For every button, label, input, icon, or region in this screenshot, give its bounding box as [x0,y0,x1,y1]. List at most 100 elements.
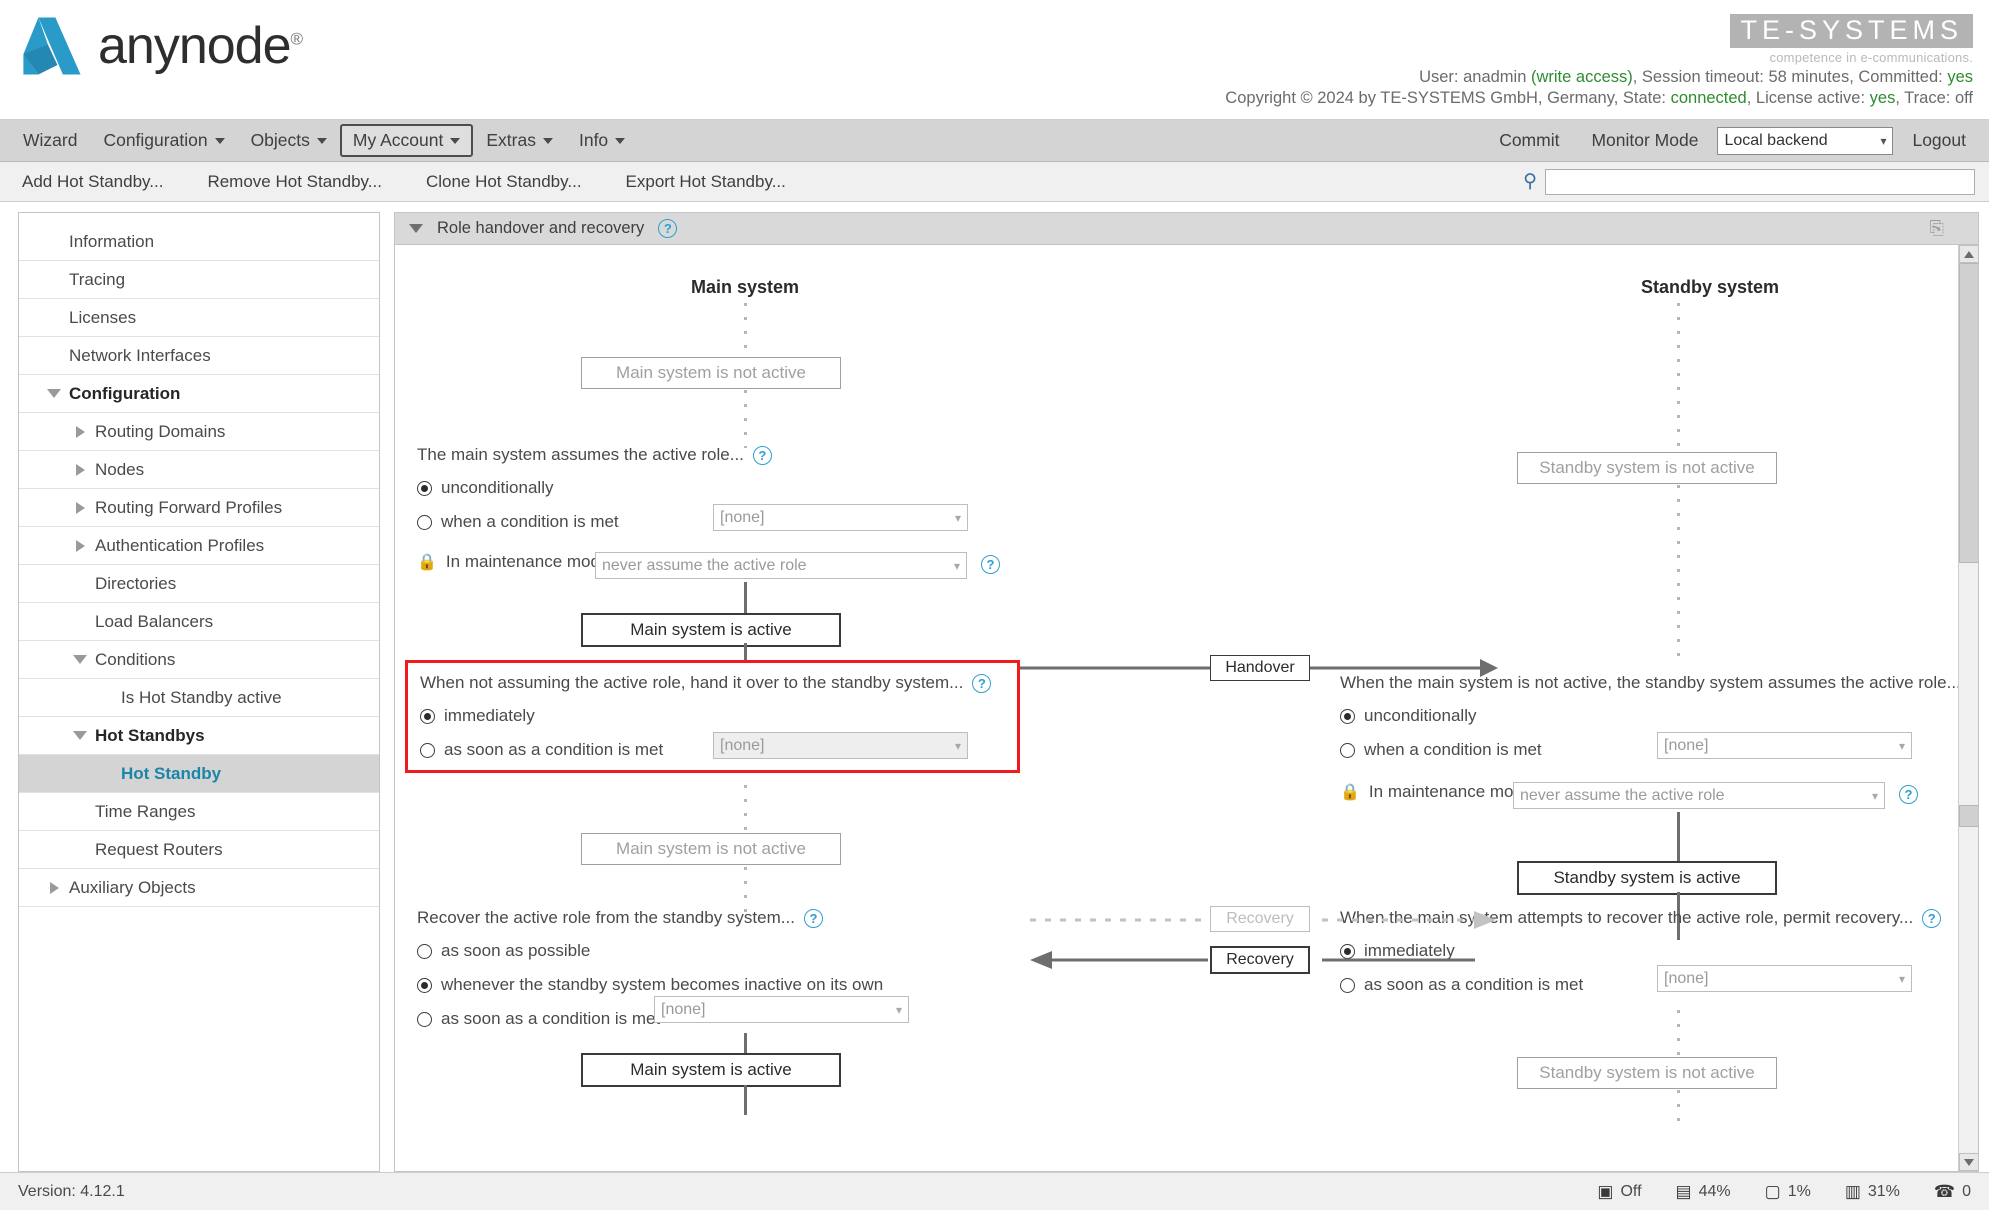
sidebar-item-label: Conditions [95,649,176,669]
scrollbar-thumb[interactable] [1959,263,1978,563]
status-metric-calls: ☎ 0 [1934,1182,1971,1202]
help-icon[interactable]: ? [981,555,1000,574]
chevron-down-icon[interactable] [71,655,89,664]
scrollbar-thumb-secondary[interactable] [1959,805,1978,827]
link-icon[interactable]: ⎘ [1930,218,1944,239]
sidebar-item-routing-forward-profiles[interactable]: Routing Forward Profiles [19,489,379,527]
sidebar-item-directories[interactable]: Directories [19,565,379,603]
calls-icon: ☎ [1933,1181,1956,1201]
scroll-down-button[interactable] [1959,1153,1978,1171]
sidebar-item-information[interactable]: Information [19,223,379,261]
chevron-right-icon[interactable] [71,463,89,476]
sidebar-item-request-routers[interactable]: Request Routers [19,831,379,869]
radio-button[interactable] [417,1011,432,1027]
main-handover-condition-select[interactable]: [none] ▾ [713,732,968,759]
brand-name: TE-SYSTEMS [1730,14,1973,48]
menu-item-wizard[interactable]: Wizard [10,124,90,157]
main-system-not-active-mid: Main system is not active [581,833,841,865]
backend-select[interactable]: Local backend ▾ [1717,126,1894,155]
sidebar-item-hot-standby[interactable]: Hot Standby [19,755,379,793]
sidebar-item-label: Hot Standby [121,763,222,783]
status-metrics: ▣ Off ▤ 44% ▢ 1% ▥ 31% ☎ 0 [1597,1182,1971,1202]
collapse-triangle-icon[interactable] [409,224,423,233]
sidebar-item-auxiliary-objects[interactable]: Auxiliary Objects [19,869,379,907]
standby-maintenance-select[interactable]: never assume the active role ▾ [1513,782,1885,809]
panel-vertical-scrollbar[interactable] [1958,245,1978,1171]
help-icon[interactable]: ? [1899,785,1918,804]
recovery-tag-pending: Recovery [1210,906,1310,932]
main-maintenance-select[interactable]: never assume the active role ▾ [595,552,967,579]
copyright-mid: , License active: [1746,89,1870,107]
radio-button[interactable] [417,514,432,530]
monitor-mode-button[interactable]: Monitor Mode [1578,124,1711,157]
sidebar-item-is-hot-standby-active[interactable]: Is Hot Standby active [19,679,379,717]
chevron-right-icon[interactable] [71,425,89,438]
help-icon[interactable]: ? [972,673,992,693]
standby-assume-condition-select[interactable]: [none] ▾ [1657,732,1912,759]
metric-value: 0 [1962,1182,1971,1200]
sidebar-item-hot-standbys[interactable]: Hot Standbys [19,717,379,755]
help-icon[interactable]: ? [803,908,823,928]
add-hot-standby-button[interactable]: Add Hot Standby... [0,172,185,192]
sidebar-item-network-interfaces[interactable]: Network Interfaces [19,337,379,375]
menu-item-info[interactable]: Info [566,124,638,157]
logout-button[interactable]: Logout [1899,124,1979,157]
radio-button[interactable] [417,977,432,993]
radio-button[interactable] [1340,708,1355,724]
option-label: when a condition is met [441,512,619,531]
standby-assume-option-unconditionally[interactable]: unconditionally [1340,706,1960,726]
sidebar-item-tracing[interactable]: Tracing [19,261,379,299]
sidebar-item-time-ranges[interactable]: Time Ranges [19,793,379,831]
main-assume-option-unconditionally[interactable]: unconditionally [417,478,937,498]
menu-item-my-account[interactable]: My Account [339,124,474,157]
help-icon[interactable]: ? [752,445,772,465]
sidebar-item-load-balancers[interactable]: Load Balancers [19,603,379,641]
sidebar-item-configuration[interactable]: Configuration [19,375,379,413]
radio-button[interactable] [420,708,435,724]
radio-button[interactable] [1340,977,1355,993]
chevron-down-icon: ▾ [1898,738,1905,753]
menu-item-extras[interactable]: Extras [473,124,566,157]
standby-maintenance-row: 🔒 In maintenance mode [1340,782,1532,802]
chevron-right-icon[interactable] [45,881,63,894]
standby-permit-condition-select[interactable]: [none] ▾ [1657,965,1912,992]
selected-value: [none] [661,1000,706,1018]
search-icon: ⚲ [1523,171,1537,192]
main-maintenance-row: 🔒 In maintenance mode [417,552,609,572]
sidebar-item-conditions[interactable]: Conditions [19,641,379,679]
backend-selected-value: Local backend [1724,131,1828,149]
app-header: anynode® TE-SYSTEMS competence in e-comm… [0,0,1989,120]
chevron-down-icon: ▾ [1880,133,1887,148]
sidebar-item-authentication-profiles[interactable]: Authentication Profiles [19,527,379,565]
content-area: Information Tracing Licenses Network Interf… [0,202,1989,1172]
radio-button[interactable] [417,480,432,496]
main-assume-condition-select[interactable]: [none] ▾ [713,504,968,531]
chevron-right-icon[interactable] [71,539,89,552]
radio-button[interactable] [420,742,435,758]
export-hot-standby-button[interactable]: Export Hot Standby... [604,172,808,192]
help-icon[interactable]: ? [658,219,678,238]
chevron-right-icon[interactable] [71,501,89,514]
radio-button[interactable] [417,943,432,959]
main-handover-option-immediately[interactable]: immediately [420,706,1020,726]
sidebar-item-nodes[interactable]: Nodes [19,451,379,489]
sidebar-item-routing-domains[interactable]: Routing Domains [19,413,379,451]
main-recover-option-standby-inactive[interactable]: whenever the standby system becomes inac… [417,975,977,995]
sidebar-item-licenses[interactable]: Licenses [19,299,379,337]
radio-button[interactable] [1340,742,1355,758]
chevron-down-icon[interactable] [71,731,89,740]
menu-item-configuration[interactable]: Configuration [90,124,237,157]
search-input[interactable] [1545,168,1975,195]
menu-item-objects[interactable]: Objects [238,124,340,157]
scroll-up-button[interactable] [1959,245,1978,263]
remove-hot-standby-button[interactable]: Remove Hot Standby... [185,172,404,192]
license-value: yes [1869,89,1896,107]
chevron-down-icon[interactable] [45,389,63,398]
standby-system-not-active-top: Standby system is not active [1517,452,1777,484]
main-recover-condition-select[interactable]: [none] ▾ [654,996,909,1023]
main-recover-option-asap[interactable]: as soon as possible [417,941,977,961]
clone-hot-standby-button[interactable]: Clone Hot Standby... [404,172,604,192]
commit-button[interactable]: Commit [1486,124,1572,157]
help-icon[interactable]: ? [1922,908,1942,928]
registered-mark: ® [290,29,303,49]
